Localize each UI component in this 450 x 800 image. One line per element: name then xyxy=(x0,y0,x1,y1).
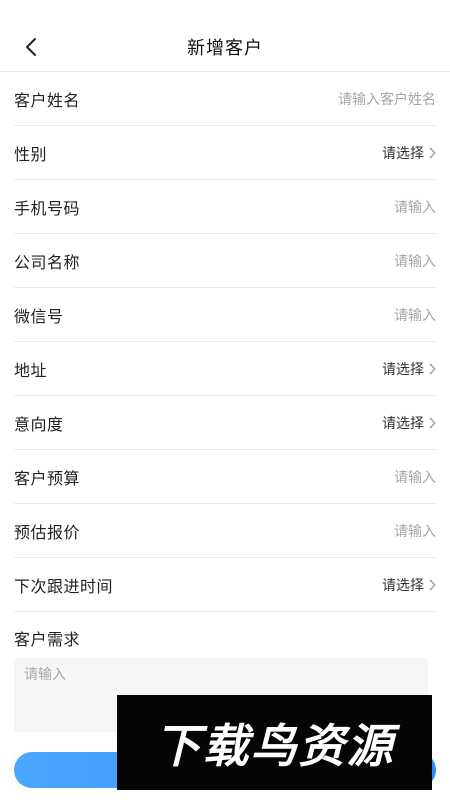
field-label: 意向度 xyxy=(14,414,64,434)
navigation-bar: 新增客户 xyxy=(0,22,450,72)
company-input[interactable]: 请输入 xyxy=(394,251,436,271)
chevron-right-icon xyxy=(428,579,436,591)
field-label: 手机号码 xyxy=(14,198,81,218)
field-label: 预估报价 xyxy=(14,522,81,542)
field-intention[interactable]: 意向度 请选择 xyxy=(14,396,436,450)
field-gender[interactable]: 性别 请选择 xyxy=(14,126,436,180)
field-label: 公司名称 xyxy=(14,252,81,272)
field-customer-name[interactable]: 客户姓名 请输入客户姓名 xyxy=(14,72,436,126)
field-quote[interactable]: 预估报价 请输入 xyxy=(14,504,436,558)
back-button[interactable] xyxy=(18,34,44,60)
address-select[interactable]: 请选择 xyxy=(382,359,424,379)
field-company[interactable]: 公司名称 请输入 xyxy=(14,234,436,288)
chevron-right-icon xyxy=(428,417,436,429)
intention-select[interactable]: 请选择 xyxy=(382,413,424,433)
field-label: 微信号 xyxy=(14,306,64,326)
phone-input[interactable]: 请输入 xyxy=(394,197,436,217)
field-label: 客户姓名 xyxy=(14,90,81,110)
gender-select[interactable]: 请选择 xyxy=(382,143,424,163)
field-phone[interactable]: 手机号码 请输入 xyxy=(14,180,436,234)
wechat-input[interactable]: 请输入 xyxy=(394,305,436,325)
field-budget[interactable]: 客户预算 请输入 xyxy=(14,450,436,504)
field-next-followup[interactable]: 下次跟进时间 请选择 xyxy=(14,558,436,612)
field-wechat[interactable]: 微信号 请输入 xyxy=(14,288,436,342)
customer-name-input[interactable]: 请输入客户姓名 xyxy=(338,89,436,109)
chevron-right-icon xyxy=(428,147,436,159)
needs-label: 客户需求 xyxy=(14,630,81,649)
chevron-left-icon xyxy=(26,38,36,56)
field-label: 客户预算 xyxy=(14,468,81,488)
page-title: 新增客户 xyxy=(187,37,263,59)
status-bar xyxy=(0,0,450,22)
field-label: 地址 xyxy=(14,360,48,380)
field-address[interactable]: 地址 请选择 xyxy=(14,342,436,396)
budget-input[interactable]: 请输入 xyxy=(394,467,436,487)
customer-form: 客户姓名 请输入客户姓名 性别 请选择 手机号码 请输入 公司名称 请输入 微信… xyxy=(0,72,450,732)
watermark-logo: 下载鸟资源 xyxy=(117,695,432,790)
next-followup-select[interactable]: 请选择 xyxy=(382,575,424,595)
watermark-text: 下载鸟资源 xyxy=(154,718,395,773)
field-label: 性别 xyxy=(14,144,48,164)
chevron-right-icon xyxy=(428,363,436,375)
quote-input[interactable]: 请输入 xyxy=(394,521,436,541)
field-label: 下次跟进时间 xyxy=(14,576,114,596)
